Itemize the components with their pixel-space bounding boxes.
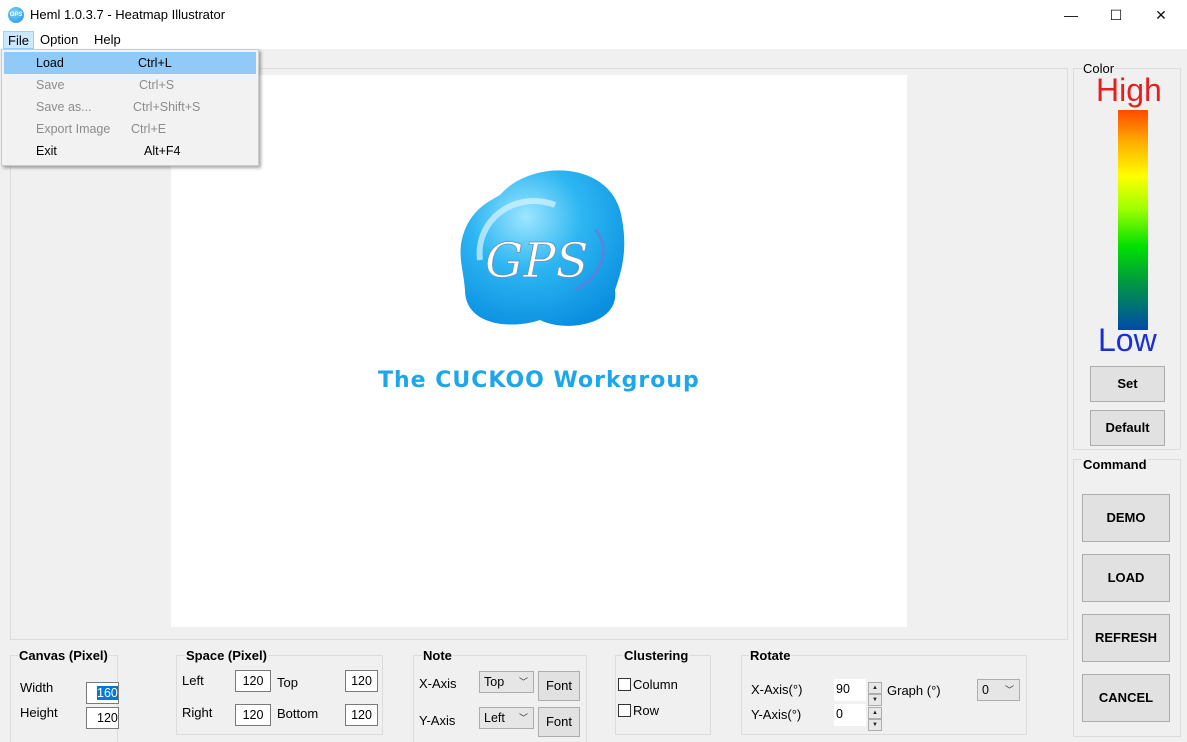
chevron-down-icon: ﹀ [518,713,528,723]
minimize-button[interactable]: — [1048,0,1094,30]
color-gradient-bar[interactable] [1118,110,1148,330]
menu-bar [0,30,1187,49]
chevron-down-icon: ﹀ [518,677,528,687]
command-group-title: Command [1082,457,1148,472]
svg-text:GPS: GPS [485,233,589,289]
note-x-font-button[interactable]: Font [538,671,580,701]
rotate-y-axis-label: Y-Axis(°) [751,707,802,722]
width-input[interactable]: 160 [86,682,119,704]
file-menu-save-as: Save as... Ctrl+Shift+S [36,100,201,114]
gps-logo: GPS [455,165,630,335]
bottom-input[interactable]: 120 [345,704,378,726]
cancel-button[interactable]: CANCEL [1082,674,1170,722]
rotate-y-up-icon[interactable]: ▲ [868,707,882,719]
width-label: Width [20,680,54,695]
file-menu-save: Save Ctrl+S [36,78,175,92]
window-title: Heml 1.0.3.7 - Heatmap Illustrator [30,7,226,22]
left-input[interactable]: 120 [235,670,271,692]
graph-angle-select[interactable]: 0 ﹀ [977,679,1020,701]
clustering-title: Clustering [623,648,690,663]
rotate-y-input[interactable]: 0 [834,704,866,726]
default-button[interactable]: Default [1090,410,1165,446]
column-checkbox[interactable] [618,678,631,691]
space-settings-title: Space (Pixel) [185,648,268,663]
workgroup-title: The CUCKOO Workgroup [378,368,700,393]
note-y-font-button[interactable]: Font [538,707,580,737]
height-input[interactable]: 120 [86,707,119,729]
bottom-label: Bottom [277,706,319,721]
refresh-button[interactable]: REFRESH [1082,614,1170,662]
file-menu-export-image: Export Image Ctrl+E [36,122,167,136]
rotate-x-down-icon[interactable]: ▼ [868,694,882,706]
column-label: Column [633,677,678,692]
menu-option[interactable]: Option [36,31,82,49]
demo-button[interactable]: DEMO [1082,494,1170,542]
maximize-button[interactable]: ☐ [1093,0,1139,30]
top-input[interactable]: 120 [345,670,378,692]
note-y-axis-select[interactable]: Left ﹀ [479,707,534,729]
top-label: Top [277,675,298,690]
right-label: Right [182,705,213,720]
graph-angle-label: Graph (°) [887,683,941,698]
menu-file[interactable]: File [3,31,34,49]
app-icon: GPS [8,7,24,23]
rotate-x-up-icon[interactable]: ▲ [868,682,882,694]
rotate-x-input[interactable]: 90 [834,679,866,701]
file-menu-exit[interactable]: Exit Alt+F4 [4,140,256,162]
load-button[interactable]: LOAD [1082,554,1170,602]
right-input[interactable]: 120 [235,704,271,726]
preview-canvas [171,75,907,627]
left-label: Left [182,673,204,688]
note-x-axis-select[interactable]: Top ﹀ [479,671,534,693]
high-label: High [1096,72,1162,108]
file-menu-load[interactable]: Load Ctrl+L [4,52,256,74]
rotate-y-down-icon[interactable]: ▼ [868,719,882,731]
rotate-x-axis-label: X-Axis(°) [751,682,803,697]
set-button[interactable]: Set [1090,366,1165,402]
file-menu-dropdown: Load Ctrl+L Save Ctrl+S Save as... Ctrl+… [1,49,259,166]
note-y-axis-label: Y-Axis [419,713,456,728]
close-button[interactable]: ✕ [1138,0,1184,30]
row-label: Row [633,703,660,718]
gps-logo-icon: GPS [460,170,625,326]
height-label: Height [20,705,58,720]
canvas-settings-title: Canvas (Pixel) [18,648,109,663]
rotate-title: Rotate [749,648,792,663]
clustering-group [615,655,711,735]
note-settings-title: Note [422,648,453,663]
note-x-axis-label: X-Axis [419,676,457,691]
low-label: Low [1098,322,1157,358]
chevron-down-icon: ﹀ [1004,685,1014,695]
menu-help[interactable]: Help [90,31,125,49]
row-checkbox[interactable] [618,704,631,717]
